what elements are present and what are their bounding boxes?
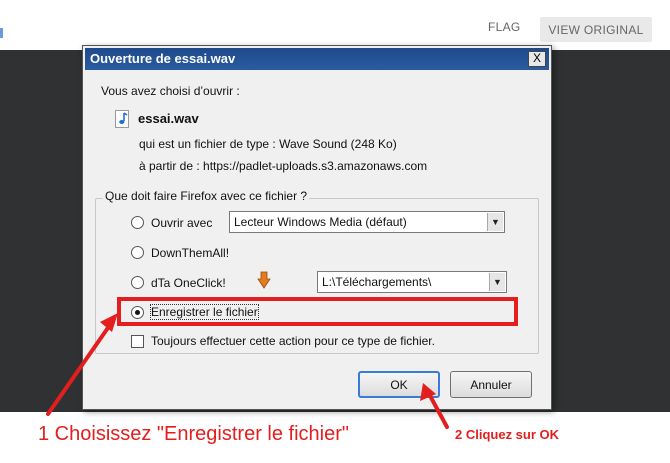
chevron-down-icon: ▼ [489, 273, 505, 291]
action-question: Que doit faire Firefox avec ce fichier ? [103, 189, 310, 203]
open-file-dialog: Ouverture de essai.wav X Vous avez chois… [82, 45, 552, 410]
view-original-button[interactable]: VIEW ORIGINAL [540, 17, 652, 42]
flag-link[interactable]: FLAG [488, 20, 521, 34]
file-type-line: qui est un fichier de type : Wave Sound … [139, 137, 397, 151]
chevron-down-icon: ▼ [487, 213, 503, 231]
downthemall-label: DownThemAll! [151, 246, 230, 260]
dialog-intro: Vous avez choisi d’ouvrir : [101, 84, 240, 98]
file-name: essai.wav [138, 111, 199, 126]
close-button[interactable]: X [528, 51, 546, 67]
page-topbar: FLAG VIEW ORIGINAL [0, 0, 670, 50]
always-do-label: Toujours effectuer cette action pour ce … [151, 334, 435, 348]
cancel-button[interactable]: Annuler [450, 371, 532, 398]
file-source-line: à partir de : https://padlet-uploads.s3.… [139, 159, 428, 173]
radio-open-with[interactable] [131, 216, 144, 229]
dta-oneclick-label: dTa OneClick! [151, 276, 226, 290]
ok-button[interactable]: OK [358, 371, 440, 398]
open-with-app-select[interactable]: Lecteur Windows Media (défaut) ▼ [229, 211, 505, 233]
always-do-checkbox[interactable] [131, 335, 144, 348]
dialog-titlebar: Ouverture de essai.wav X [85, 48, 549, 70]
dialog-title: Ouverture de essai.wav [90, 51, 236, 66]
dta-folder-value: L:\Téléchargements\ [322, 275, 432, 289]
save-option-highlight [117, 297, 518, 326]
page-edge-mark [0, 28, 3, 38]
open-with-label: Ouvrir avec [151, 216, 213, 230]
radio-downthemall[interactable] [131, 246, 144, 259]
dta-folder-select[interactable]: L:\Téléchargements\ ▼ [317, 271, 507, 293]
annotation-step-1: 1 Choisissez "Enregistrer le fichier" [38, 423, 349, 445]
radio-dta-oneclick[interactable] [131, 276, 144, 289]
audio-file-icon [115, 110, 129, 128]
annotation-step-2: 2 Cliquez sur OK [455, 427, 560, 442]
download-arrow-icon [257, 271, 271, 289]
open-with-app-value: Lecteur Windows Media (défaut) [234, 215, 407, 229]
